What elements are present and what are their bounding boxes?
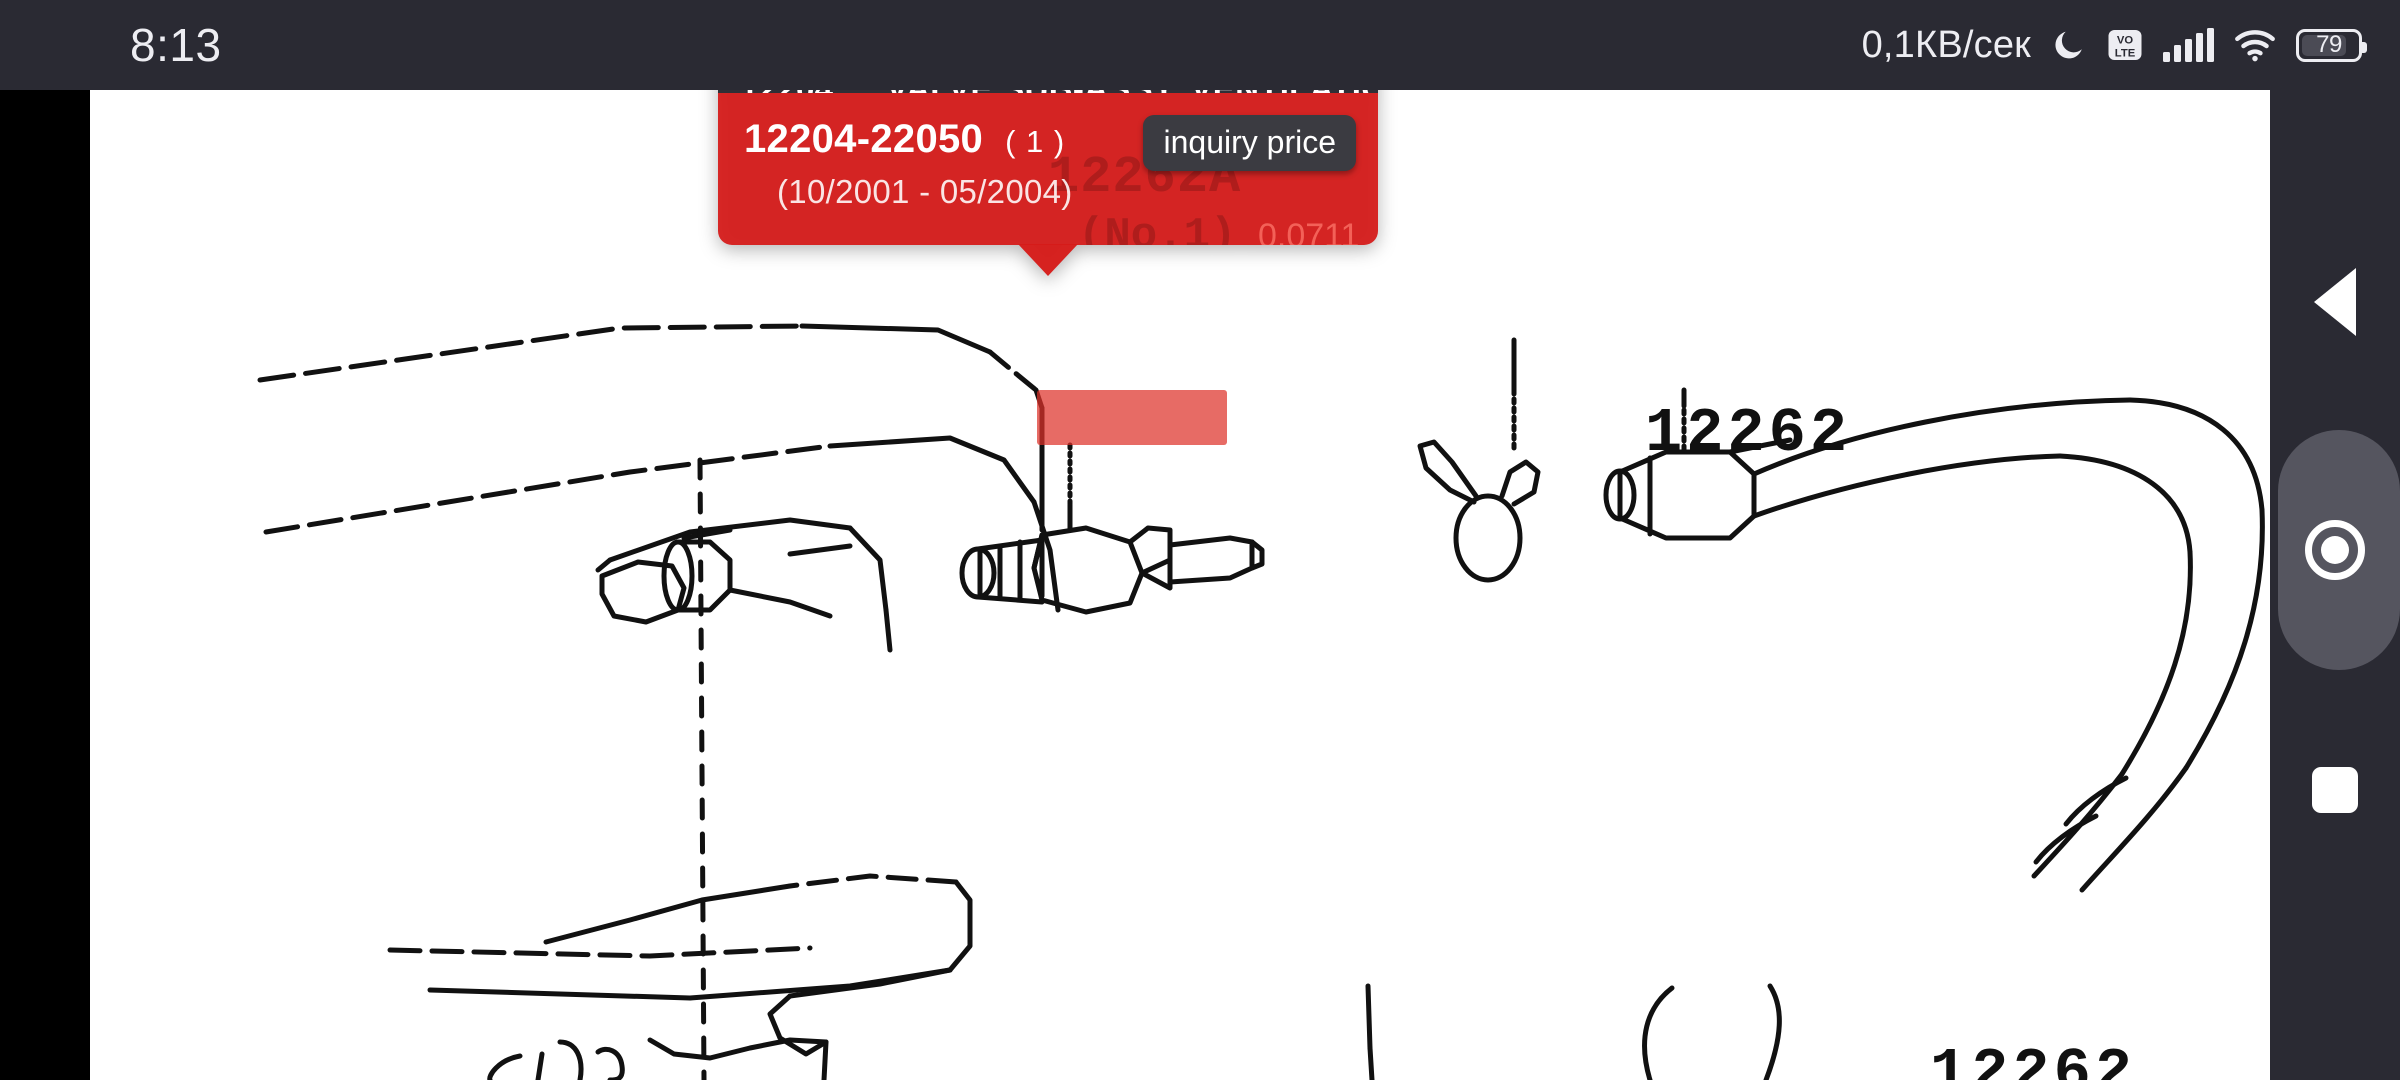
left-letterbox-bar <box>0 0 90 1080</box>
home-button[interactable] <box>2270 430 2400 670</box>
popup-pointer-arrow <box>1018 244 1078 276</box>
network-speed-text: 0,1КВ/сек <box>1861 24 2031 66</box>
navigation-bar <box>2270 0 2400 1080</box>
popup-quantity: ( 1 ) <box>1005 124 1066 159</box>
svg-text:LTE: LTE <box>2115 47 2136 59</box>
ghost-label-value: 0.0711 <box>1258 217 1360 245</box>
home-circle-icon <box>2305 520 2365 580</box>
diagram-highlight-12204[interactable] <box>1037 390 1227 445</box>
popup-body: 12262A (No.1) 0.0711 12204-22050 ( 1 ) (… <box>718 93 1378 276</box>
battery-icon: 79 <box>2296 28 2367 62</box>
back-button[interactable] <box>2270 252 2400 352</box>
popup-date-range: (10/2001 - 05/2004) <box>777 173 1073 210</box>
popup-part-number[interactable]: 12204-22050 <box>744 119 983 159</box>
svg-text:VO: VO <box>2117 35 2134 47</box>
status-icons-group: 0,1КВ/сек VO LTE 79 <box>1861 24 2367 66</box>
battery-level-text: 79 <box>2316 31 2342 58</box>
status-bar[interactable]: 8:13 0,1КВ/сек VO LTE 79 <box>0 0 2400 90</box>
inquiry-price-button[interactable]: inquiry price <box>1143 115 1356 171</box>
recents-button[interactable] <box>2270 740 2400 840</box>
volte-icon: VO LTE <box>2108 30 2142 60</box>
phone-screen: 12262 12262 12204 VALVE SUB-ASSY, VENTIL… <box>0 0 2400 1080</box>
diagram-label-12262: 12262 <box>1645 398 1851 469</box>
signal-bars-icon <box>2163 28 2214 62</box>
status-clock: 8:13 <box>130 19 222 71</box>
back-triangle-icon <box>2314 268 2356 336</box>
diagram-label-bottom-partial: 12262 <box>1930 1038 2136 1080</box>
ghost-label-no1: (No.1) <box>1078 211 1237 245</box>
wifi-icon <box>2235 30 2275 62</box>
recents-square-icon <box>2312 767 2358 813</box>
moon-icon <box>2055 31 2082 59</box>
